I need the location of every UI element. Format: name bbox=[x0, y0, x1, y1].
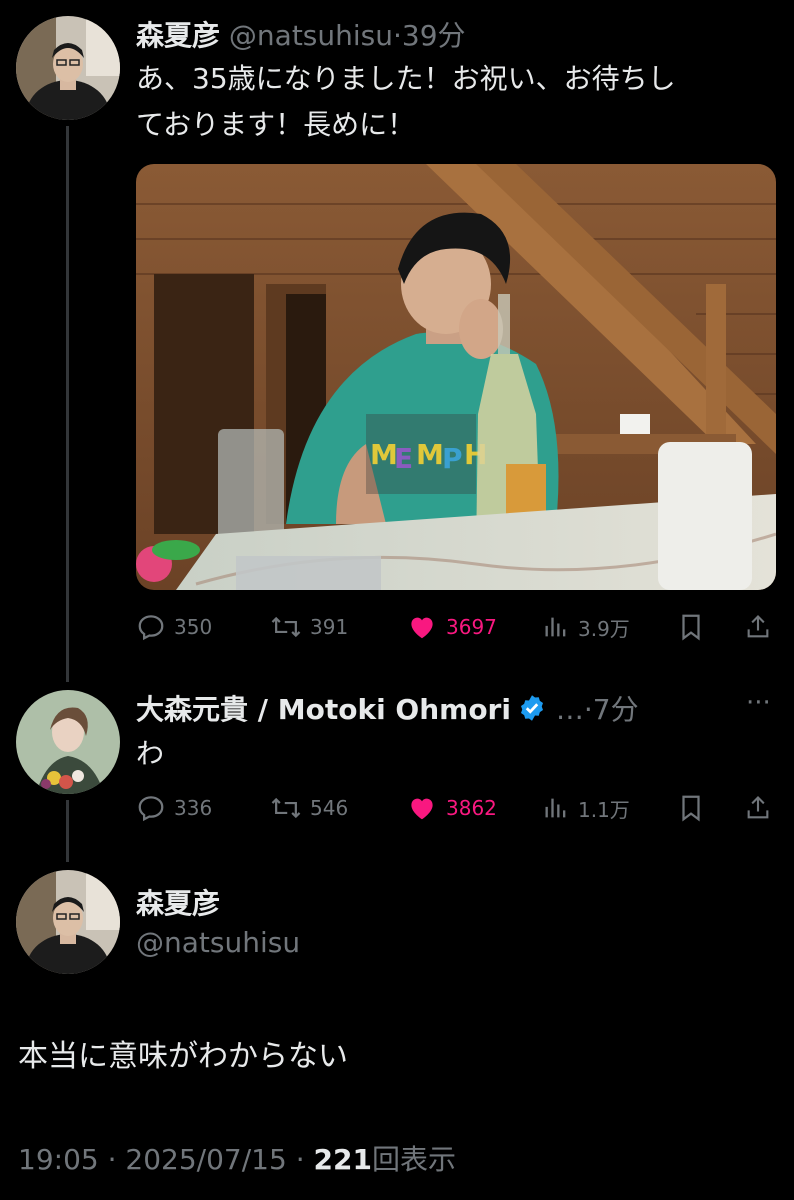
post-time[interactable]: 19:05 bbox=[18, 1143, 99, 1176]
tweet-1-header: 森夏彦 @natsuhisu·39分 bbox=[136, 14, 466, 54]
retweet-button[interactable]: 546 bbox=[270, 790, 348, 826]
separator: · bbox=[107, 1143, 117, 1176]
views-button[interactable]: 3.9万 bbox=[542, 609, 630, 645]
tweet-2-header: 大森元貴 / Motoki Ohmori …·7分 bbox=[136, 688, 639, 730]
svg-text:M: M bbox=[416, 438, 444, 471]
views-count: 3.9万 bbox=[578, 616, 630, 641]
thread-line-2 bbox=[66, 800, 69, 862]
separator: · bbox=[393, 19, 402, 52]
tweet-1-photo[interactable]: M E M P H bbox=[136, 164, 776, 590]
views-icon bbox=[545, 798, 566, 818]
like-count: 3862 bbox=[446, 796, 497, 820]
share-button[interactable] bbox=[744, 609, 772, 645]
avatar-motoki-ohmori[interactable] bbox=[16, 690, 120, 794]
display-name[interactable]: 森夏彦 bbox=[136, 19, 220, 52]
reply-count: 336 bbox=[174, 796, 213, 820]
tweet-2-actions: 336 546 3862 1.1万 bbox=[136, 790, 776, 826]
retweet-icon bbox=[271, 616, 301, 638]
like-icon bbox=[411, 617, 433, 639]
like-button[interactable]: 3862 bbox=[406, 790, 497, 826]
reply-count: 350 bbox=[174, 615, 213, 639]
share-icon bbox=[747, 796, 769, 819]
like-count: 3697 bbox=[446, 615, 497, 639]
avatar-natsuhisu[interactable] bbox=[16, 16, 120, 120]
more-icon[interactable]: ··· bbox=[746, 688, 771, 718]
reply-button[interactable]: 336 bbox=[136, 790, 212, 826]
display-name[interactable]: 大森元貴 / Motoki Ohmori bbox=[136, 693, 511, 726]
share-button[interactable] bbox=[744, 790, 772, 826]
reply-button[interactable]: 350 bbox=[136, 609, 212, 645]
retweet-count: 391 bbox=[310, 615, 349, 639]
main-tweet-text: 本当に意味がわからない bbox=[18, 1039, 348, 1074]
views-icon bbox=[545, 617, 566, 637]
thread-line-1 bbox=[66, 126, 69, 682]
bookmark-button[interactable] bbox=[678, 609, 704, 645]
bookmark-icon bbox=[682, 614, 700, 641]
views-label: 回表示 bbox=[371, 1143, 456, 1176]
reply-icon bbox=[138, 615, 164, 641]
share-icon bbox=[747, 615, 769, 638]
views-button[interactable]: 1.1万 bbox=[542, 790, 630, 826]
views-count: 1.1万 bbox=[578, 797, 630, 822]
main-tweet-handle[interactable]: @natsuhisu bbox=[136, 926, 300, 959]
post-date[interactable]: 2025/07/15 bbox=[125, 1143, 286, 1176]
bookmark-icon bbox=[682, 795, 700, 822]
like-button[interactable]: 3697 bbox=[406, 609, 497, 645]
retweet-icon bbox=[271, 797, 301, 819]
truncated-ellipsis: … bbox=[555, 693, 584, 726]
like-icon bbox=[411, 798, 433, 820]
retweet-count: 546 bbox=[310, 796, 349, 820]
tweet-1-text: あ、35歳になりました！お祝い、お待ちし ております！長めに！ bbox=[136, 56, 786, 148]
verified-badge-icon bbox=[517, 693, 547, 730]
tweet-1-actions: 350 391 3697 3.9万 bbox=[136, 609, 776, 645]
main-tweet-meta: 19:05 · 2025/07/15 · 221回表示 bbox=[18, 1138, 456, 1178]
views-count: 221 bbox=[313, 1143, 372, 1176]
display-name[interactable]: 森夏彦 bbox=[136, 887, 220, 920]
timestamp[interactable]: 7分 bbox=[593, 693, 639, 726]
tweet-2-text: わ bbox=[136, 737, 165, 770]
main-tweet-name: 森夏彦 bbox=[136, 882, 220, 922]
tweet-1-text-line1: あ、35歳になりました！お祝い、お待ちし bbox=[136, 62, 676, 95]
separator: · bbox=[295, 1143, 305, 1176]
tweet-1-text-line2: ております！長めに！ bbox=[136, 108, 416, 141]
reply-icon bbox=[138, 796, 164, 822]
timestamp[interactable]: 39分 bbox=[402, 19, 466, 52]
svg-text:E: E bbox=[394, 442, 413, 475]
retweet-button[interactable]: 391 bbox=[270, 609, 348, 645]
bookmark-button[interactable] bbox=[678, 790, 704, 826]
separator: · bbox=[583, 693, 593, 726]
handle[interactable]: @natsuhisu bbox=[229, 19, 393, 52]
svg-text:P: P bbox=[442, 442, 463, 475]
avatar-natsuhisu[interactable] bbox=[16, 870, 120, 974]
